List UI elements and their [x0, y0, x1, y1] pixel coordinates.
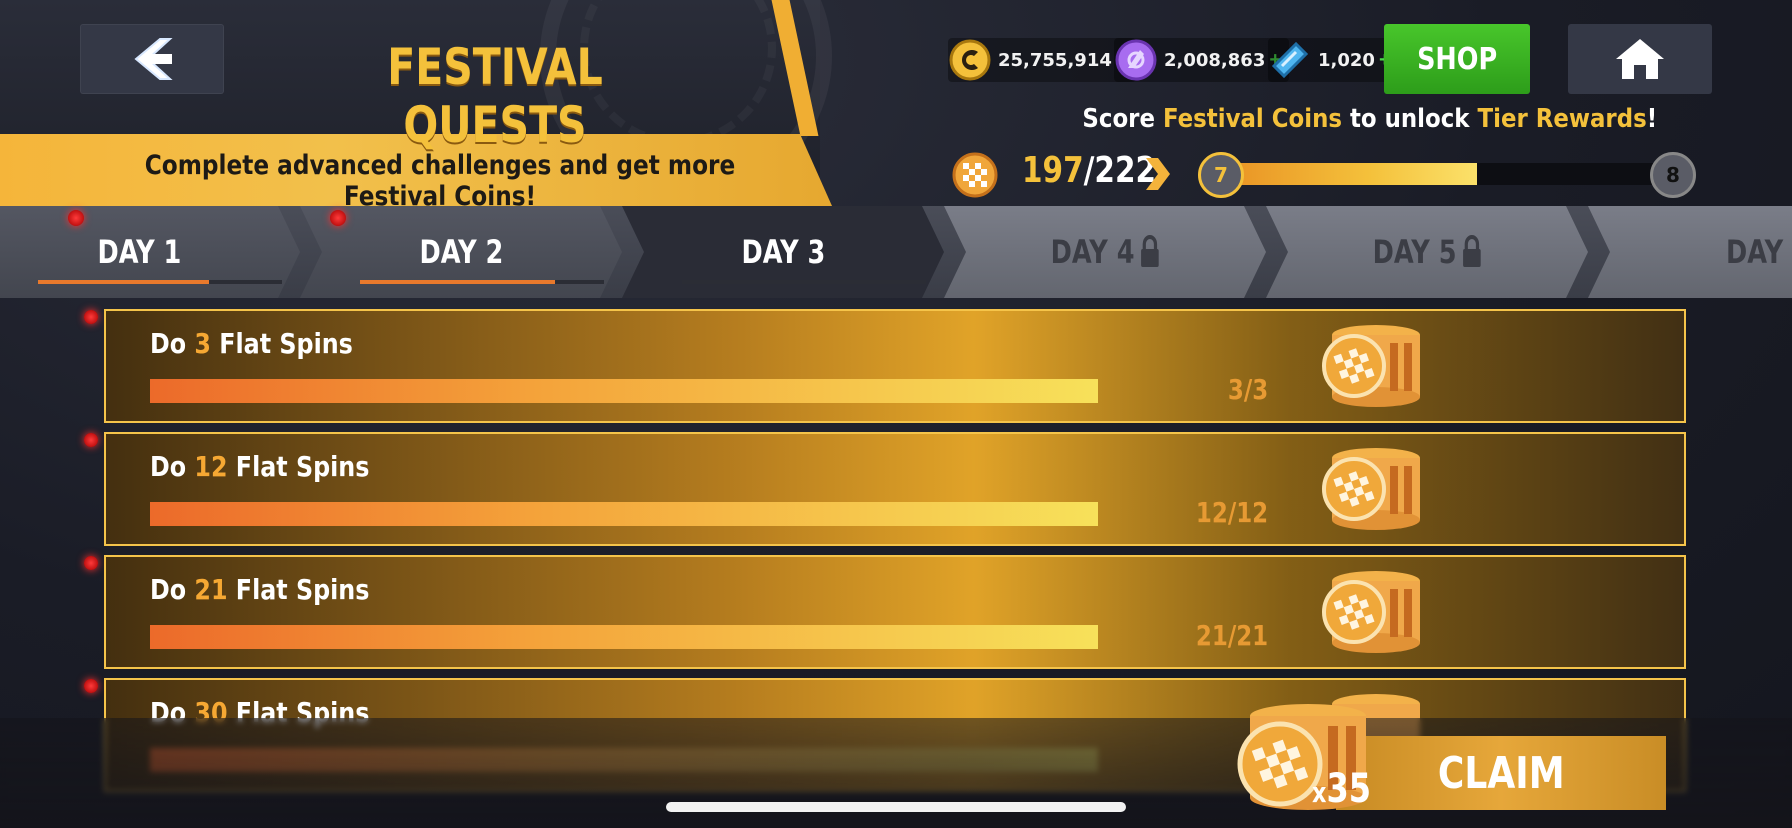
quest-progress-bar: [150, 502, 1098, 526]
tab-progress: [38, 280, 282, 284]
tab-label: DAY 3: [741, 233, 825, 271]
notification-dot: [330, 210, 346, 226]
purple-token-icon: [1114, 38, 1158, 82]
claim-label: CLAIM: [1437, 747, 1565, 799]
tokens-value: 1,020: [1318, 49, 1375, 71]
score-prefix: Score: [1082, 104, 1155, 134]
tab-day-1[interactable]: DAY 1: [0, 206, 300, 298]
tab-label-text: DAY 4: [1050, 233, 1135, 271]
quest-progress-fill: [150, 625, 1098, 649]
currency-gold[interactable]: 2,008,863 +: [1114, 38, 1290, 82]
lock-icon: [1462, 235, 1481, 267]
home-icon: [1616, 39, 1664, 79]
tab-day-2[interactable]: DAY 2: [300, 206, 622, 298]
coin-current: 197: [1022, 150, 1084, 191]
notification-dot: [84, 310, 98, 324]
chevron-left-icon: [134, 38, 173, 80]
tab-label: DAY 2: [419, 233, 503, 271]
quest-title-prefix: Do: [150, 450, 187, 483]
home-button[interactable]: [1568, 24, 1712, 94]
quest-title: Do 12 Flat Spins: [150, 450, 369, 483]
score-instruction: Score Festival Coins to unlock Tier Rewa…: [1082, 104, 1657, 134]
quest-card[interactable]: Do 3 Flat Spins 3/3: [104, 309, 1686, 423]
tier-progress-bar: [1210, 163, 1670, 185]
currency-credits[interactable]: 25,755,914 +: [948, 38, 1136, 82]
currency-tokens[interactable]: 1,020 +: [1268, 38, 1399, 82]
quest-progress-bar: [150, 625, 1098, 649]
lock-icon: [1140, 235, 1159, 267]
claim-qty-prefix: x: [1312, 776, 1327, 809]
tab-label: DAY 5: [1372, 233, 1481, 271]
quest-count: 3/3: [1227, 373, 1268, 406]
quest-target-number: 3: [194, 327, 211, 360]
notification-dot: [84, 679, 98, 693]
current-tier-badge: 7: [1198, 152, 1244, 198]
back-button[interactable]: [80, 24, 224, 94]
tab-day-4[interactable]: DAY 4: [944, 206, 1266, 298]
quest-title: Do 21 Flat Spins: [150, 573, 369, 606]
quest-progress-bar: [150, 379, 1098, 403]
score-middle: to unlock: [1349, 104, 1470, 134]
tab-day-5[interactable]: DAY 5: [1266, 206, 1588, 298]
notification-dot: [84, 433, 98, 447]
tab-progress: [360, 280, 604, 284]
quest-target-number: 21: [194, 573, 228, 606]
claim-qty-value: 35: [1326, 766, 1371, 812]
quest-title-suffix: Flat Spins: [219, 327, 353, 360]
credits-value: 25,755,914: [998, 49, 1112, 71]
coin-progress-count: 197/222: [1022, 150, 1156, 191]
gold-value: 2,008,863: [1164, 49, 1266, 71]
notification-dot: [84, 556, 98, 570]
day-tabs: DAY 1 DAY 2 DAY 3 DAY 4 DAY 5 DAY: [0, 206, 1792, 298]
quest-card[interactable]: Do 12 Flat Spins 12/12: [104, 432, 1686, 546]
tab-label: DAY 4: [1050, 233, 1159, 271]
home-indicator[interactable]: [666, 802, 1126, 812]
quest-count: 12/12: [1195, 496, 1268, 529]
quest-title-suffix: Flat Spins: [235, 573, 370, 606]
coin-separator: /: [1083, 150, 1095, 191]
tab-day-6[interactable]: DAY 6: [1588, 206, 1792, 298]
quest-target-number: 12: [194, 450, 228, 483]
gold-credit-icon: [948, 38, 992, 82]
quest-count: 21/21: [1195, 619, 1268, 652]
tier-progress-fill: [1210, 163, 1477, 185]
tab-label-text: DAY 5: [1372, 233, 1457, 271]
quest-card[interactable]: Do 21 Flat Spins 21/21: [104, 555, 1686, 669]
shop-label: SHOP: [1416, 41, 1498, 77]
blue-ticket-icon: [1268, 38, 1312, 82]
quest-title-prefix: Do: [150, 327, 187, 360]
tab-progress-fill: [360, 280, 556, 284]
chevron-right-icon: [1146, 158, 1170, 190]
notification-dot: [68, 210, 84, 226]
shop-button[interactable]: SHOP: [1384, 24, 1530, 94]
tab-progress-fill: [38, 280, 209, 284]
page-subtitle: Complete advanced challenges and get mor…: [144, 150, 736, 212]
claim-quantity: x35: [1312, 766, 1371, 812]
claim-button[interactable]: CLAIM: [1336, 736, 1666, 810]
quest-progress-fill: [150, 502, 1098, 526]
tab-progress: [682, 280, 926, 284]
festival-coin-reward-icon: [1322, 571, 1420, 653]
festival-coin-reward-icon: [1322, 325, 1420, 407]
quest-progress-fill: [150, 379, 1098, 403]
tier-rewards-label: Tier Rewards: [1477, 104, 1647, 134]
quest-title-prefix: Do: [150, 573, 187, 606]
score-suffix: !: [1646, 104, 1658, 134]
festival-coins-label: Festival Coins: [1162, 104, 1342, 134]
next-tier-badge: 8: [1650, 152, 1696, 198]
tab-label: DAY 1: [97, 233, 181, 271]
festival-quests-screen: FESTIVAL QUESTS Complete advanced challe…: [0, 0, 1792, 828]
quest-title: Do 3 Flat Spins: [150, 327, 353, 360]
tab-label: DAY 6: [1726, 233, 1792, 271]
page-title: FESTIVAL QUESTS: [387, 38, 603, 154]
festival-coin-icon: [952, 152, 998, 198]
festival-coin-reward-icon: [1322, 448, 1420, 530]
tab-day-3[interactable]: DAY 3: [622, 206, 944, 298]
quest-title-suffix: Flat Spins: [235, 450, 370, 483]
